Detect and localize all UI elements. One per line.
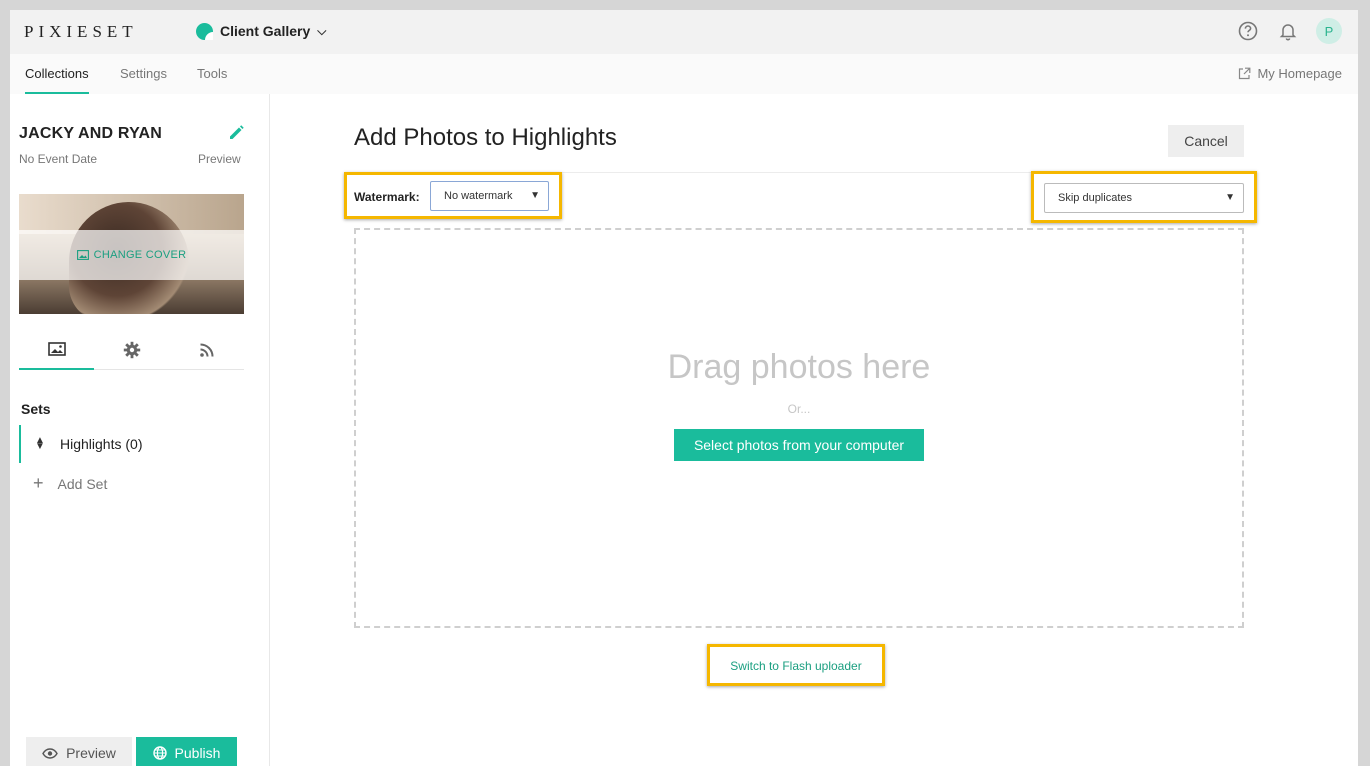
chevron-down-icon: ⌵ bbox=[317, 23, 327, 38]
globe-icon bbox=[152, 746, 167, 760]
plus-icon: + bbox=[33, 473, 44, 493]
duplicates-select-value: Skip duplicates bbox=[1058, 192, 1132, 204]
help-icon[interactable] bbox=[1236, 19, 1260, 43]
collection-name: JACKY AND RYAN bbox=[19, 125, 162, 142]
add-set-button[interactable]: + Add Set bbox=[33, 473, 107, 494]
my-homepage-label: My Homepage bbox=[1257, 66, 1342, 81]
duplicates-control: Skip duplicates ▼ bbox=[1031, 171, 1257, 223]
tab-activity[interactable] bbox=[169, 330, 244, 370]
chevron-down-icon: ▼ bbox=[1225, 192, 1235, 203]
my-homepage-link[interactable]: My Homepage bbox=[1238, 66, 1342, 81]
publish-button[interactable]: Publish bbox=[136, 737, 237, 766]
edit-pencil-icon[interactable] bbox=[227, 124, 245, 147]
watermark-select-value: No watermark bbox=[444, 190, 513, 202]
publish-button-label: Publish bbox=[174, 745, 221, 761]
page-title: Add Photos to Highlights bbox=[354, 124, 617, 151]
chevron-down-icon: ▼ bbox=[530, 190, 540, 201]
top-bar: PIXIESET Client Gallery ⌵ P bbox=[10, 10, 1358, 54]
set-item-label: Highlights (0) bbox=[60, 436, 143, 452]
sort-handle-icon[interactable]: ▲ ▼ bbox=[34, 436, 46, 452]
watermark-control: Watermark: No watermark ▼ bbox=[344, 172, 562, 219]
preview-link[interactable]: Preview bbox=[198, 152, 241, 166]
switch-to-flash-link[interactable]: Switch to Flash uploader bbox=[710, 659, 882, 673]
photos-icon bbox=[47, 342, 66, 356]
preview-button-label: Preview bbox=[66, 745, 116, 761]
event-date[interactable]: No Event Date bbox=[19, 152, 97, 166]
sidebar-tabs bbox=[19, 330, 244, 370]
watermark-label: Watermark: bbox=[354, 190, 420, 204]
top-icons: P bbox=[1236, 18, 1342, 44]
flash-uploader-control: Switch to Flash uploader bbox=[707, 644, 885, 686]
tab-tools[interactable]: Tools bbox=[197, 54, 227, 94]
rss-icon bbox=[199, 343, 213, 357]
watermark-select[interactable]: No watermark ▼ bbox=[430, 181, 549, 211]
change-cover-label: CHANGE COVER bbox=[93, 249, 187, 261]
select-photos-button[interactable]: Select photos from your computer bbox=[674, 429, 924, 461]
drag-photos-text: Drag photos here bbox=[667, 348, 931, 386]
sidebar: JACKY AND RYAN No Event Date Preview CHA… bbox=[10, 94, 270, 766]
cover-image[interactable]: CHANGE COVER bbox=[19, 194, 244, 314]
preview-button[interactable]: Preview bbox=[26, 737, 132, 766]
set-item-highlights[interactable]: ▲ ▼ Highlights (0) bbox=[19, 425, 244, 463]
tab-settings[interactable]: Settings bbox=[120, 54, 167, 94]
app-switcher[interactable]: Client Gallery ⌵ bbox=[196, 20, 326, 42]
bell-icon[interactable] bbox=[1276, 19, 1300, 43]
tab-photos[interactable] bbox=[19, 330, 94, 370]
gear-icon bbox=[123, 341, 140, 359]
tab-collection-settings[interactable] bbox=[94, 330, 169, 370]
duplicates-select[interactable]: Skip duplicates ▼ bbox=[1044, 183, 1244, 213]
app-switcher-label: Client Gallery bbox=[220, 23, 311, 39]
change-cover-button[interactable]: CHANGE COVER bbox=[19, 230, 244, 280]
avatar[interactable]: P bbox=[1316, 18, 1342, 44]
cancel-button[interactable]: Cancel bbox=[1168, 125, 1244, 157]
tab-collections[interactable]: Collections bbox=[25, 54, 89, 94]
app-window: PIXIESET Client Gallery ⌵ P Collections … bbox=[10, 10, 1358, 766]
or-text: Or... bbox=[787, 402, 811, 416]
image-icon bbox=[76, 250, 89, 260]
photo-drop-zone[interactable]: Drag photos here Or... Select photos fro… bbox=[354, 228, 1244, 628]
main-nav: Collections Settings Tools My Homepage bbox=[10, 54, 1358, 94]
logo[interactable]: PIXIESET bbox=[24, 22, 138, 42]
add-set-label: Add Set bbox=[57, 475, 108, 492]
external-link-icon bbox=[1239, 67, 1251, 80]
sets-heading: Sets bbox=[21, 401, 51, 417]
client-gallery-icon bbox=[196, 22, 213, 40]
eye-icon bbox=[42, 747, 58, 759]
